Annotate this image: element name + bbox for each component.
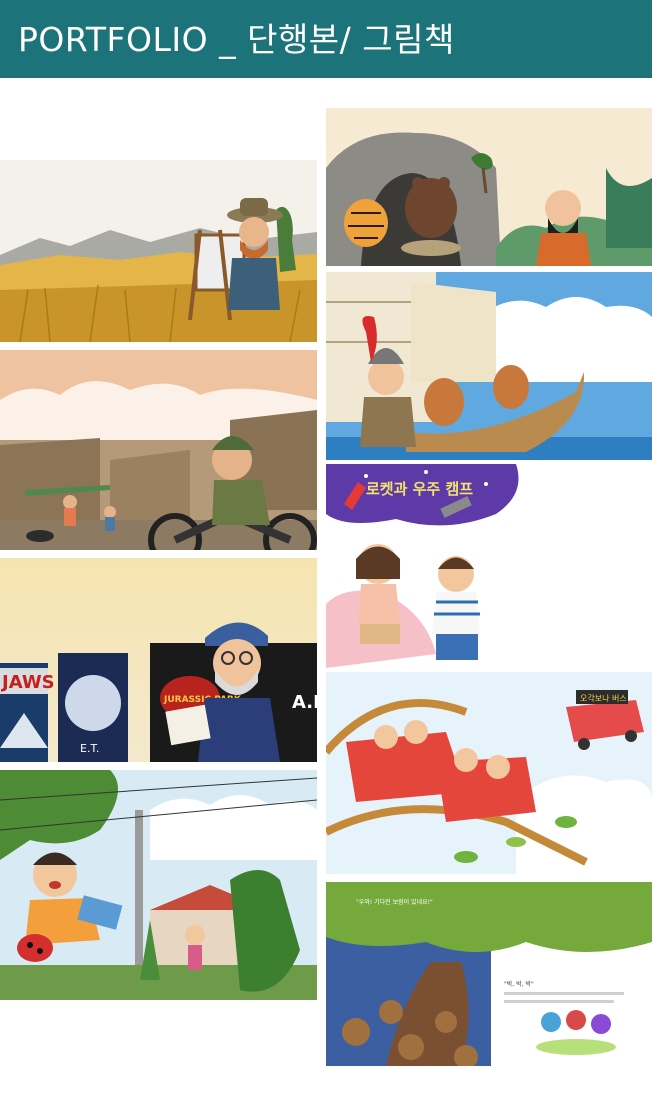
- children-rocket-camp-illustration[interactable]: 로켓과 우주 캠프: [326, 464, 652, 668]
- painter-wheat-field-illustration[interactable]: [0, 160, 317, 342]
- boy-ladybug-street-illustration[interactable]: [0, 770, 317, 1000]
- page-header: PORTFOLIO _ 단행본/ 그림책: [0, 0, 652, 78]
- bus-sign-text: 오각보나 버스: [580, 693, 627, 703]
- page-text-top: "우와! 기다린 보람이 있네요!": [356, 898, 433, 906]
- poster-et-title: E.T.: [80, 742, 99, 755]
- page-title: PORTFOLIO _ 단행본/ 그림책: [18, 20, 455, 59]
- director-movie-posters-illustration[interactable]: JAWS E.T. JURASSIC PARK A.I: [0, 558, 317, 762]
- page-text-right: "박, 박, 박": [504, 980, 534, 988]
- motorcycle-rider-illustration[interactable]: [0, 350, 317, 550]
- roller-coaster-family-illustration[interactable]: 오각보나 버스: [326, 672, 652, 874]
- poster-ai-title: A.I: [292, 692, 317, 713]
- tree-chestnut-page-illustration[interactable]: "우와! 기다린 보람이 있네요!" "박, 박, 박": [326, 882, 652, 1066]
- rocket-camp-banner: 로켓과 우주 캠프: [366, 480, 473, 498]
- tiger-bear-cave-illustration[interactable]: [326, 108, 652, 266]
- general-turtle-ship-illustration[interactable]: [326, 272, 652, 460]
- poster-jaws-title: JAWS: [0, 672, 55, 693]
